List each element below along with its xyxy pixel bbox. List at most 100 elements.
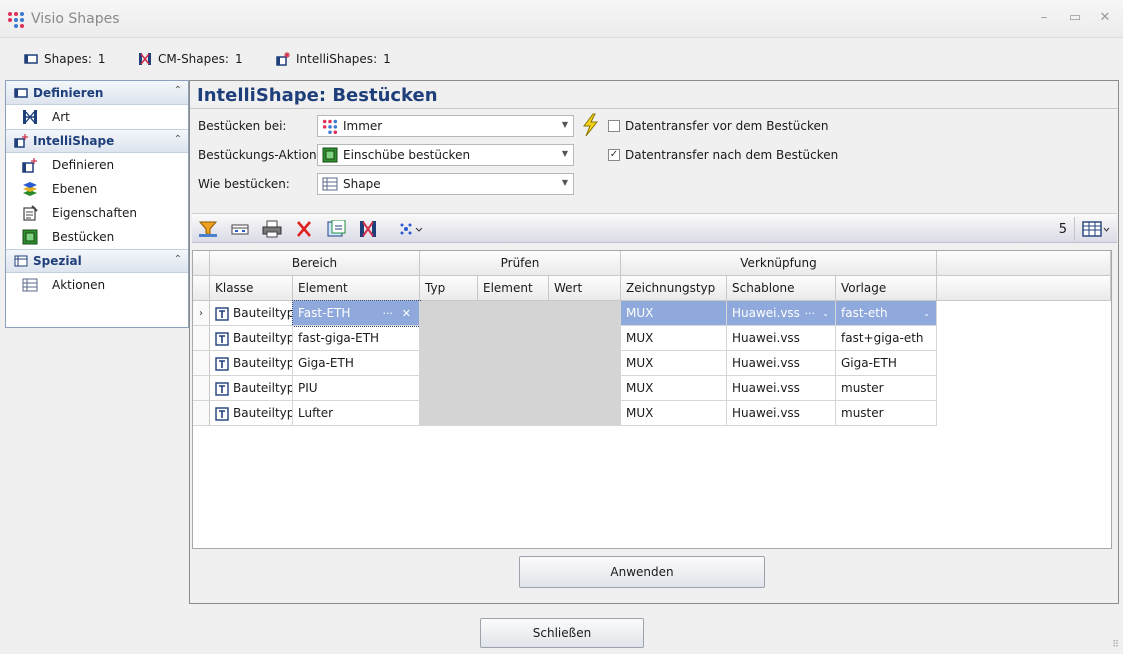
column-header-klasse[interactable]: Klasse xyxy=(210,276,293,301)
resize-grip-icon[interactable]: ⠿ xyxy=(1112,640,1119,650)
layers-icon xyxy=(23,182,37,196)
grid-cell-element[interactable]: Fast-ETH ··· ✕ xyxy=(292,300,421,327)
ellipsis-icon[interactable]: ··· xyxy=(805,301,816,325)
column-header-empty xyxy=(937,276,1111,301)
row-selector[interactable]: › xyxy=(193,301,210,326)
grid-cell-wert[interactable] xyxy=(549,301,621,326)
row-selector[interactable] xyxy=(193,376,210,401)
export-icon[interactable] xyxy=(326,220,346,238)
grid-cell-typ[interactable] xyxy=(420,376,478,401)
grid-cell-vorlage[interactable]: fast+giga-eth xyxy=(836,326,937,351)
column-header-element[interactable]: Element xyxy=(293,276,420,301)
grid-cell-vorlage[interactable]: muster xyxy=(836,401,937,426)
aktion-select[interactable]: Einschübe bestücken ▼ xyxy=(317,144,574,166)
grid-cell-typ[interactable] xyxy=(420,301,478,326)
apply-button[interactable]: Anwenden xyxy=(519,556,765,588)
grid-cell-element[interactable]: Lufter xyxy=(293,401,420,426)
sidebar-item-ebenen[interactable]: Ebenen xyxy=(6,177,188,201)
sidebar-item-definieren[interactable]: Definieren xyxy=(6,153,188,177)
collapse-icon[interactable]: ⌃ xyxy=(174,85,182,96)
grid-cell-schablone[interactable]: Huawei.vss xyxy=(727,351,836,376)
grid-cell-klasse[interactable]: Bauteiltyp xyxy=(210,326,293,351)
grid-cell-zeichnungstyp[interactable]: MUX xyxy=(621,401,727,426)
intellishapes-count-value: 1 xyxy=(383,52,391,66)
grid-cell-vorlage[interactable]: muster xyxy=(836,376,937,401)
grid-cell-schablone[interactable]: Huawei.vss xyxy=(727,401,836,426)
grid-cell-p-element[interactable] xyxy=(478,401,549,426)
column-header-vorlage[interactable]: Vorlage xyxy=(836,276,937,301)
grid-cell-zeichnungstyp[interactable]: MUX xyxy=(621,326,727,351)
column-header-wert[interactable]: Wert xyxy=(549,276,621,301)
grid-cell-zeichnungstyp[interactable]: MUX xyxy=(621,351,727,376)
grid-cell-wert[interactable] xyxy=(549,376,621,401)
grid-cell-wert[interactable] xyxy=(549,401,621,426)
sidebar-item-art[interactable]: Art xyxy=(6,105,188,129)
column-header-pruef-element[interactable]: Element xyxy=(478,276,549,301)
minimize-button[interactable]: – xyxy=(1036,10,1052,26)
maximize-button[interactable]: ▭ xyxy=(1067,10,1083,26)
column-header-typ[interactable]: Typ xyxy=(420,276,478,301)
checkbox-box-checked[interactable]: ✓ xyxy=(608,149,620,161)
wie-select[interactable]: Shape ▼ xyxy=(317,173,574,195)
grid-cell-klasse[interactable]: Bauteiltyp xyxy=(210,376,293,401)
collapse-icon[interactable]: ⌃ xyxy=(174,134,182,145)
section-header-spezial[interactable]: Spezial ⌃ xyxy=(6,249,188,273)
close-window-button[interactable]: ✕ xyxy=(1097,10,1113,26)
close-button[interactable]: Schließen xyxy=(480,618,644,648)
ellipsis-icon[interactable]: ··· xyxy=(383,301,394,325)
grid-cell-zeichnungstyp[interactable]: MUX xyxy=(621,301,727,326)
collapse-icon[interactable]: ⌃ xyxy=(174,254,182,265)
grid-cell-element[interactable]: fast-giga-ETH xyxy=(293,326,420,351)
grid-cell-vorlage[interactable]: Giga-ETH xyxy=(836,351,937,376)
delete-icon[interactable] xyxy=(294,220,314,238)
section-header-intellishape[interactable]: IntelliShape ⌃ xyxy=(6,129,188,153)
section-header-definieren[interactable]: Definieren ⌃ xyxy=(6,81,188,105)
sidebar-item-bestuecken[interactable]: Bestücken xyxy=(6,225,188,249)
grid-cell-element[interactable]: PIU xyxy=(293,376,420,401)
list-icon xyxy=(14,255,28,267)
options-dropdown-icon[interactable] xyxy=(398,220,424,238)
grid-cell-klasse[interactable]: Bauteiltyp xyxy=(210,351,293,376)
lightning-icon[interactable] xyxy=(581,113,599,137)
grid-cell-typ[interactable] xyxy=(420,401,478,426)
dropdown-arrow-icon[interactable]: ⌄ xyxy=(923,301,930,325)
grid-cell-typ[interactable] xyxy=(420,351,478,376)
sidebar-item-aktionen[interactable]: Aktionen xyxy=(6,273,188,297)
cm-shape-icon xyxy=(139,53,151,65)
grid-cell-schablone[interactable]: Huawei.vss ··· ⌄ xyxy=(727,301,836,326)
transfer-vor-checkbox[interactable]: Datentransfer vor dem Bestücken xyxy=(608,119,828,133)
grid-cell-wert[interactable] xyxy=(549,351,621,376)
grid-cell-schablone[interactable]: Huawei.vss xyxy=(727,326,836,351)
grid-cell-klasse[interactable]: Bauteiltyp xyxy=(210,301,293,326)
grid-cell-p-element[interactable] xyxy=(478,301,549,326)
cm-shape-icon[interactable] xyxy=(358,220,378,238)
checkbox-box[interactable] xyxy=(608,120,620,132)
row-selector[interactable] xyxy=(193,326,210,351)
grid-cell-element[interactable]: Giga-ETH xyxy=(293,351,420,376)
grid-cell-zeichnungstyp[interactable]: MUX xyxy=(621,376,727,401)
clear-icon[interactable]: ✕ xyxy=(402,301,411,325)
transfer-nach-checkbox[interactable]: ✓ Datentransfer nach dem Bestücken xyxy=(608,148,838,162)
filter-icon[interactable] xyxy=(198,220,218,238)
grid-cell-p-element[interactable] xyxy=(478,351,549,376)
print-icon[interactable] xyxy=(262,220,282,238)
grid-cell-schablone[interactable]: Huawei.vss xyxy=(727,376,836,401)
column-width-icon[interactable] xyxy=(230,220,250,238)
grid-cell-vorlage[interactable]: fast-eth ⌄ xyxy=(836,301,937,326)
component-type-icon xyxy=(215,381,229,396)
dropdown-arrow-icon[interactable]: ⌄ xyxy=(822,301,829,325)
grid-cell-klasse[interactable]: Bauteiltyp xyxy=(210,401,293,426)
bestuecken-bei-select[interactable]: Immer ▼ xyxy=(317,115,574,137)
column-header-schablone[interactable]: Schablone xyxy=(727,276,836,301)
row-selector[interactable] xyxy=(193,351,210,376)
shape-icon xyxy=(14,87,28,98)
row-selector[interactable] xyxy=(193,401,210,426)
grid-cell-typ[interactable] xyxy=(420,326,478,351)
grid-cell-wert[interactable] xyxy=(549,326,621,351)
grid-cell-p-element[interactable] xyxy=(478,376,549,401)
component-type-icon xyxy=(215,306,229,321)
grid-cell-p-element[interactable] xyxy=(478,326,549,351)
grid-layout-icon[interactable] xyxy=(1081,220,1111,238)
sidebar-item-eigenschaften[interactable]: Eigenschaften xyxy=(6,201,188,225)
column-header-zeichnungstyp[interactable]: Zeichnungstyp xyxy=(621,276,727,301)
